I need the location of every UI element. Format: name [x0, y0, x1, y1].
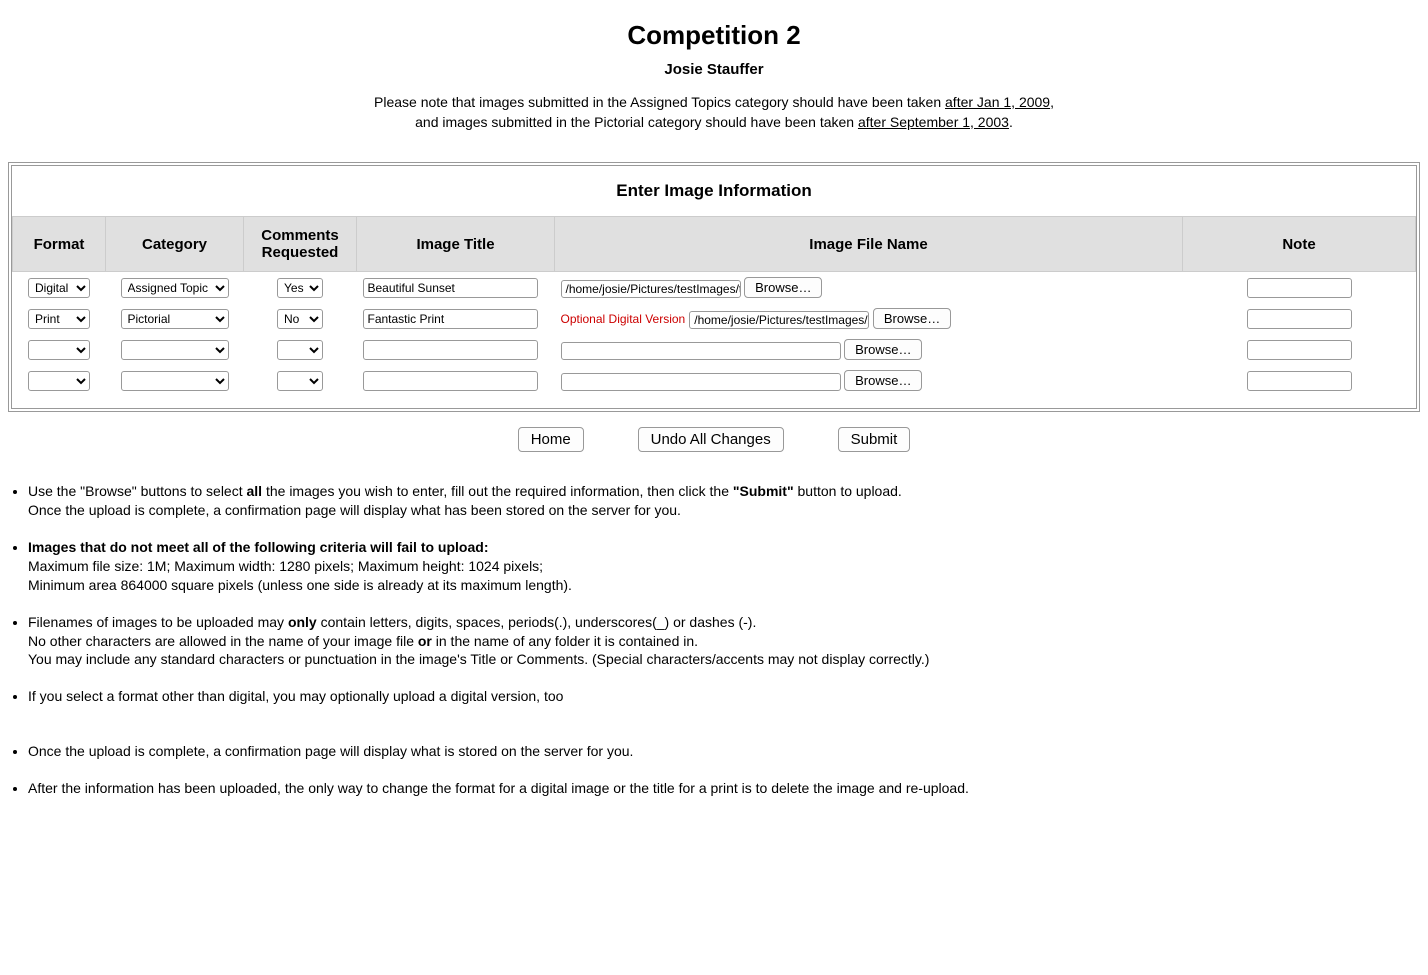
instruction-item: Images that do not meet all of the follo…	[28, 538, 1420, 595]
title-input[interactable]	[363, 371, 538, 391]
file-path-display	[561, 342, 841, 360]
col-category: Category	[106, 217, 244, 272]
file-path-display	[561, 373, 841, 391]
title-input[interactable]	[363, 309, 538, 329]
table-row: Digital Assigned Topic Yes/home/josie/Pict…	[13, 272, 1416, 304]
form-section-title: Enter Image Information	[12, 166, 1416, 216]
notice-date-1: after Jan 1, 2009	[945, 94, 1050, 110]
title-input[interactable]	[363, 340, 538, 360]
table-row: Browse…	[13, 365, 1416, 396]
format-select[interactable]: Digital	[28, 278, 90, 298]
category-select[interactable]: Pictorial	[121, 309, 229, 329]
instructions-list: Use the "Browse" buttons to select all t…	[8, 482, 1420, 798]
image-info-form: Enter Image Information Format Category …	[8, 162, 1420, 412]
instr-bold: only	[288, 614, 317, 630]
format-select[interactable]: Print	[28, 309, 90, 329]
notice-text: Please note that images submitted in the…	[374, 94, 945, 110]
note-input[interactable]	[1247, 309, 1352, 329]
title-input[interactable]	[363, 278, 538, 298]
author-name: Josie Stauffer	[8, 61, 1420, 78]
page-title: Competition 2	[8, 20, 1420, 51]
table-row: Print Pictorial No Optional Digital Version…	[13, 303, 1416, 334]
comments-select[interactable]	[277, 340, 323, 360]
instruction-item: Once the upload is complete, a confirmat…	[28, 742, 1420, 761]
col-filename: Image File Name	[555, 217, 1183, 272]
category-select[interactable]: Assigned Topic	[121, 278, 229, 298]
instruction-item: Filenames of images to be uploaded may o…	[28, 613, 1420, 670]
category-select[interactable]	[121, 371, 229, 391]
instruction-item: If you select a format other than digita…	[28, 687, 1420, 706]
col-format: Format	[13, 217, 106, 272]
browse-button[interactable]: Browse…	[844, 370, 922, 391]
browse-button[interactable]: Browse…	[744, 277, 822, 298]
browse-button[interactable]: Browse…	[873, 308, 951, 329]
instr-text: the images you wish to enter, fill out t…	[262, 483, 733, 499]
col-title: Image Title	[357, 217, 555, 272]
browse-button[interactable]: Browse…	[844, 339, 922, 360]
instr-text: Maximum file size: 1M; Maximum width: 12…	[28, 558, 572, 593]
instr-bold: Images that do not meet all of the follo…	[28, 539, 488, 555]
submit-button[interactable]: Submit	[838, 427, 911, 452]
instr-text: Filenames of images to be uploaded may	[28, 614, 288, 630]
table-row: Browse…	[13, 334, 1416, 365]
format-select[interactable]	[28, 340, 90, 360]
entry-table: Format Category Comments Requested Image…	[12, 216, 1416, 396]
col-note: Note	[1183, 217, 1416, 272]
optional-digital-label: Optional Digital Version	[561, 312, 686, 326]
date-notice: Please note that images submitted in the…	[8, 93, 1420, 132]
instruction-item: Use the "Browse" buttons to select all t…	[28, 482, 1420, 520]
instruction-item: After the information has been uploaded,…	[28, 779, 1420, 798]
action-button-row: Home Undo All Changes Submit	[8, 427, 1420, 452]
file-path-display: /home/josie/Pictures/testImages/tester.j…	[561, 280, 741, 298]
comments-select[interactable]: No	[277, 309, 323, 329]
notice-date-2: after September 1, 2003	[858, 114, 1009, 130]
instr-bold: all	[247, 483, 263, 499]
notice-text-post: .	[1009, 114, 1013, 130]
note-input[interactable]	[1247, 340, 1352, 360]
category-select[interactable]	[121, 340, 229, 360]
instr-text: Use the "Browse" buttons to select	[28, 483, 247, 499]
home-button[interactable]: Home	[518, 427, 584, 452]
format-select[interactable]	[28, 371, 90, 391]
file-path-display: /home/josie/Pictures/testImages/xcfImage…	[689, 311, 869, 329]
note-input[interactable]	[1247, 278, 1352, 298]
undo-button[interactable]: Undo All Changes	[638, 427, 784, 452]
comments-select[interactable]: Yes	[277, 278, 323, 298]
col-comments: Comments Requested	[244, 217, 357, 272]
comments-select[interactable]	[277, 371, 323, 391]
note-input[interactable]	[1247, 371, 1352, 391]
instr-bold: "Submit"	[733, 483, 794, 499]
instr-bold: or	[418, 633, 432, 649]
